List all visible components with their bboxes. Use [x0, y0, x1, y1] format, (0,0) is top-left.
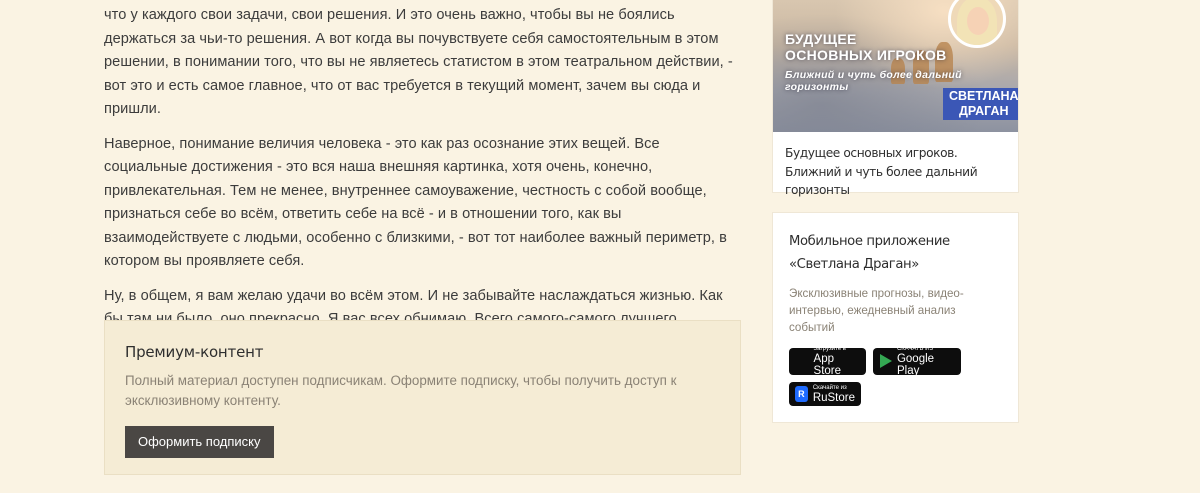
- subscribe-button[interactable]: Оформить подписку: [125, 426, 274, 458]
- mobile-app-card: Мобильное приложение «Светлана Драган» Э…: [773, 213, 1018, 422]
- article-body: что у каждого свои задачи, свои решения.…: [104, 4, 744, 343]
- related-video-card[interactable]: Будущее основных игроков Ближний и чуть …: [773, 0, 1018, 197]
- premium-description: Полный материал доступен подписчикам. Оф…: [125, 373, 677, 408]
- google-play-label: Google Play: [896, 353, 935, 377]
- rustore-icon: R: [795, 386, 808, 402]
- thumbnail-title-line2: основных игроков: [785, 47, 947, 63]
- app-store-label: App Store: [813, 353, 842, 377]
- google-play-button[interactable]: СКАЧАТЬ ИЗ Google Play: [873, 346, 961, 377]
- author-last-name: Драган: [959, 104, 1009, 118]
- premium-content-box: Премиум-контент Полный материал доступен…: [104, 320, 741, 475]
- article-paragraph: Наверное, понимание величия человека - э…: [104, 135, 727, 270]
- google-play-icon: [879, 354, 892, 369]
- video-thumbnail[interactable]: Будущее основных игроков Ближний и чуть …: [773, 0, 1018, 132]
- rustore-small-label: Скачайте из: [812, 384, 847, 391]
- app-card-title: Мобильное приложение «Светлана Драган»: [789, 234, 950, 272]
- thumbnail-author-badge: Светлана Драган: [943, 88, 1018, 120]
- premium-title: Премиум-контент: [125, 343, 264, 361]
- article-paragraph: что у каждого свои задачи, свои решения.…: [104, 7, 733, 117]
- app-card-description: Эксклюзивные прогнозы, видео-интервью, е…: [789, 287, 964, 334]
- rustore-button[interactable]: R Скачайте из RuStore: [789, 382, 861, 406]
- author-first-name: Светлана: [949, 89, 1018, 103]
- thumbnail-title-line1: Будущее: [785, 31, 857, 47]
- rustore-label: RuStore: [812, 391, 855, 404]
- google-play-small-label: СКАЧАТЬ ИЗ: [896, 346, 934, 352]
- app-store-button[interactable]: Загрузите в App Store: [789, 346, 866, 377]
- video-caption-link[interactable]: Будущее основных игроков. Ближний и чуть…: [773, 132, 1018, 200]
- app-store-small-label: Загрузите в: [813, 346, 846, 352]
